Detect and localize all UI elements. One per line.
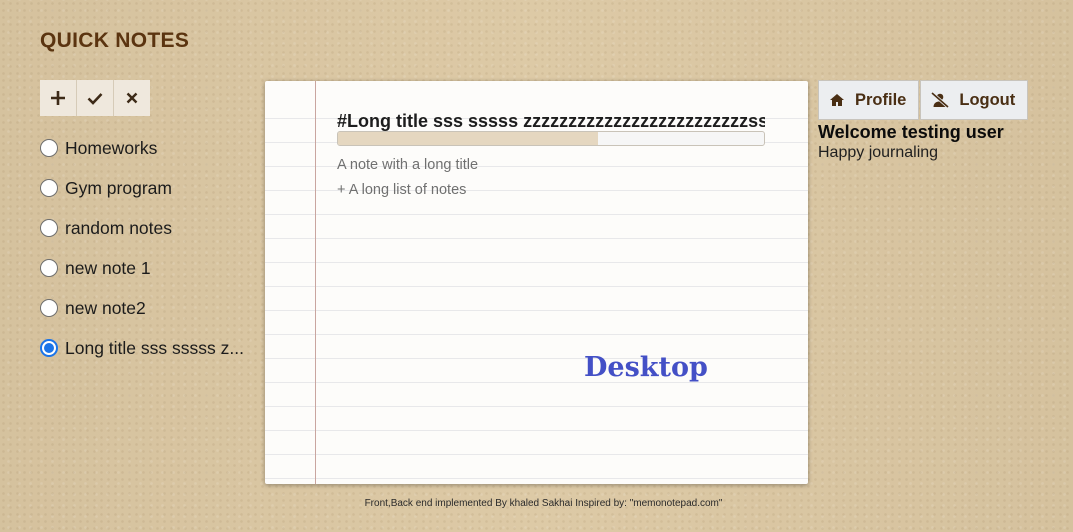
user-buttons: Profile Logout	[818, 80, 1029, 120]
welcome-message: Welcome testing user	[818, 122, 1004, 142]
paper-margin-line	[315, 81, 316, 484]
plus-icon	[51, 91, 65, 105]
note-radio-selected[interactable]	[40, 339, 58, 357]
note-item[interactable]: random notes	[40, 208, 244, 248]
note-title[interactable]: #Long title sss sssss zzzzzzzzzzzzzzzzzz…	[337, 111, 765, 132]
note-radio[interactable]	[40, 179, 58, 197]
x-icon	[126, 92, 138, 104]
note-label: Long title sss sssss z...	[65, 337, 244, 358]
desktop-watermark: Desktop	[584, 352, 708, 383]
delete-note-button[interactable]	[114, 80, 150, 116]
user-slash-icon	[931, 92, 950, 108]
note-item[interactable]: new note2	[40, 288, 244, 328]
note-radio[interactable]	[40, 139, 58, 157]
note-item[interactable]: Long title sss sssss z...	[40, 328, 244, 368]
note-item[interactable]: new note 1	[40, 248, 244, 288]
note-list: Homeworks Gym program random notes new n…	[40, 128, 244, 368]
note-radio[interactable]	[40, 219, 58, 237]
note-label: new note 1	[65, 257, 151, 278]
note-line[interactable]: A note with a long title	[337, 157, 478, 173]
logout-button[interactable]: Logout	[920, 80, 1029, 120]
note-item[interactable]: Gym program	[40, 168, 244, 208]
profile-button[interactable]: Profile	[818, 80, 920, 120]
note-label: Gym program	[65, 177, 172, 198]
note-editor[interactable]: #Long title sss sssss zzzzzzzzzzzzzzzzzz…	[265, 81, 808, 484]
footer-credits: Front,Back end implemented By khaled Sak…	[364, 498, 723, 509]
note-line[interactable]: + A long list of notes	[337, 182, 466, 198]
check-icon	[87, 92, 103, 105]
note-label: random notes	[65, 217, 173, 238]
profile-button-label: Profile	[855, 90, 907, 109]
user-panel: Profile Logout Welcome testing user Happ…	[818, 80, 1029, 162]
tagline: Happy journaling	[818, 144, 939, 161]
note-label: Homeworks	[65, 137, 158, 158]
note-item[interactable]: Homeworks	[40, 128, 244, 168]
note-radio[interactable]	[40, 299, 58, 317]
note-progress-fill	[338, 132, 598, 145]
add-note-button[interactable]	[40, 80, 77, 116]
note-radio[interactable]	[40, 259, 58, 277]
logout-button-label: Logout	[959, 90, 1016, 109]
save-note-button[interactable]	[77, 80, 114, 116]
home-icon	[830, 94, 844, 106]
note-label: new note2	[65, 297, 146, 318]
note-toolbar	[40, 80, 150, 116]
app-title: QUICK NOTES	[40, 29, 190, 52]
note-progress-bar	[337, 131, 765, 146]
